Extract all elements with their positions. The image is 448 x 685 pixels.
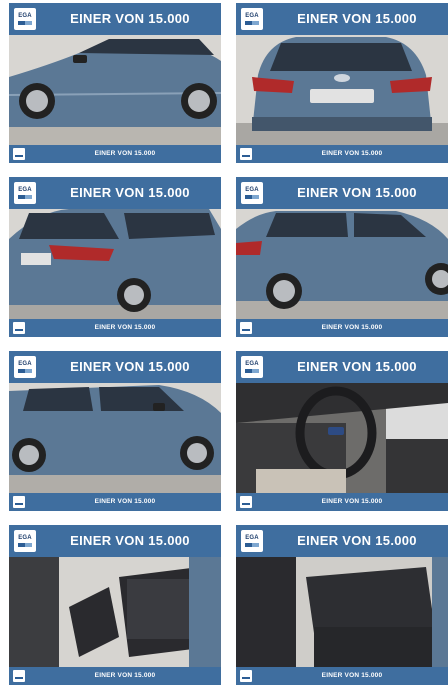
gallery-card-5[interactable]: EGA EINER VON 15.000 EINER VON 15.000 <box>9 351 221 511</box>
card-title: EINER VON 15.000 <box>297 11 417 26</box>
gallery-card-6[interactable]: EGA EINER VON 15.000 EINER VON 15.000 <box>236 351 448 511</box>
card-footer-text: EINER VON 15.000 <box>94 498 156 505</box>
card-footer-text: EINER VON 15.000 <box>321 498 383 505</box>
card-footer: EINER VON 15.000 <box>236 493 448 511</box>
car-rear-photo[interactable] <box>236 35 448 145</box>
ega-mini-logo <box>240 496 252 508</box>
card-footer: EINER VON 15.000 <box>9 493 221 511</box>
card-footer: EINER VON 15.000 <box>9 319 221 337</box>
card-footer: EINER VON 15.000 <box>9 667 221 685</box>
ega-mini-logo <box>240 670 252 682</box>
card-footer-text: EINER VON 15.000 <box>94 672 156 679</box>
ega-logo: EGA <box>241 530 263 552</box>
ega-logo: EGA <box>14 356 36 378</box>
card-footer: EINER VON 15.000 <box>9 145 221 163</box>
card-title: EINER VON 15.000 <box>70 359 190 374</box>
ega-logo: EGA <box>241 182 263 204</box>
ega-mini-logo <box>13 496 25 508</box>
ega-logo: EGA <box>241 356 263 378</box>
gallery-card-7[interactable]: EGA EINER VON 15.000 EINER VON 15.000 <box>9 525 221 685</box>
ega-mini-logo <box>13 148 25 160</box>
gallery-card-8[interactable]: EGA EINER VON 15.000 EINER VON 15.000 <box>236 525 448 685</box>
ega-mini-logo <box>240 322 252 334</box>
interior-front-seats-photo[interactable] <box>9 557 221 667</box>
card-title: EINER VON 15.000 <box>70 185 190 200</box>
card-footer-text: EINER VON 15.000 <box>321 672 383 679</box>
card-footer: EINER VON 15.000 <box>236 145 448 163</box>
card-title: EINER VON 15.000 <box>297 185 417 200</box>
car-side-rear-photo[interactable] <box>236 209 448 319</box>
car-side-front-photo[interactable] <box>9 35 221 145</box>
card-banner: EGA EINER VON 15.000 <box>236 3 448 35</box>
card-banner: EGA EINER VON 15.000 <box>9 351 221 383</box>
card-banner: EGA EINER VON 15.000 <box>9 177 221 209</box>
gallery-card-3[interactable]: EGA EINER VON 15.000 EINER VON 15.000 <box>9 177 221 337</box>
gallery-card-2[interactable]: EGA EINER VON 15.000 EINER VON 15.000 <box>236 3 448 163</box>
card-banner: EGA EINER VON 15.000 <box>9 525 221 557</box>
card-banner: EGA EINER VON 15.000 <box>9 3 221 35</box>
card-title: EINER VON 15.000 <box>297 359 417 374</box>
ega-mini-logo <box>240 148 252 160</box>
card-footer-text: EINER VON 15.000 <box>94 324 156 331</box>
ega-logo: EGA <box>14 182 36 204</box>
interior-rear-seats-photo[interactable] <box>236 557 448 667</box>
card-footer-text: EINER VON 15.000 <box>94 150 156 157</box>
card-title: EINER VON 15.000 <box>70 11 190 26</box>
ega-mini-logo <box>13 322 25 334</box>
interior-dashboard-photo[interactable] <box>236 383 448 493</box>
card-banner: EGA EINER VON 15.000 <box>236 525 448 557</box>
card-title: EINER VON 15.000 <box>70 533 190 548</box>
car-side-photo[interactable] <box>9 383 221 493</box>
ega-logo: EGA <box>241 8 263 30</box>
card-banner: EGA EINER VON 15.000 <box>236 177 448 209</box>
gallery-card-4[interactable]: EGA EINER VON 15.000 EINER VON 15.000 <box>236 177 448 337</box>
card-title: EINER VON 15.000 <box>297 533 417 548</box>
card-footer-text: EINER VON 15.000 <box>321 150 383 157</box>
gallery-card-1[interactable]: EGA EINER VON 15.000 EINER VON 15.000 <box>9 3 221 163</box>
ega-mini-logo <box>13 670 25 682</box>
ega-logo: EGA <box>14 8 36 30</box>
card-footer: EINER VON 15.000 <box>236 319 448 337</box>
car-rear-quarter-photo[interactable] <box>9 209 221 319</box>
card-banner: EGA EINER VON 15.000 <box>236 351 448 383</box>
card-footer-text: EINER VON 15.000 <box>321 324 383 331</box>
card-footer: EINER VON 15.000 <box>236 667 448 685</box>
ega-logo: EGA <box>14 530 36 552</box>
